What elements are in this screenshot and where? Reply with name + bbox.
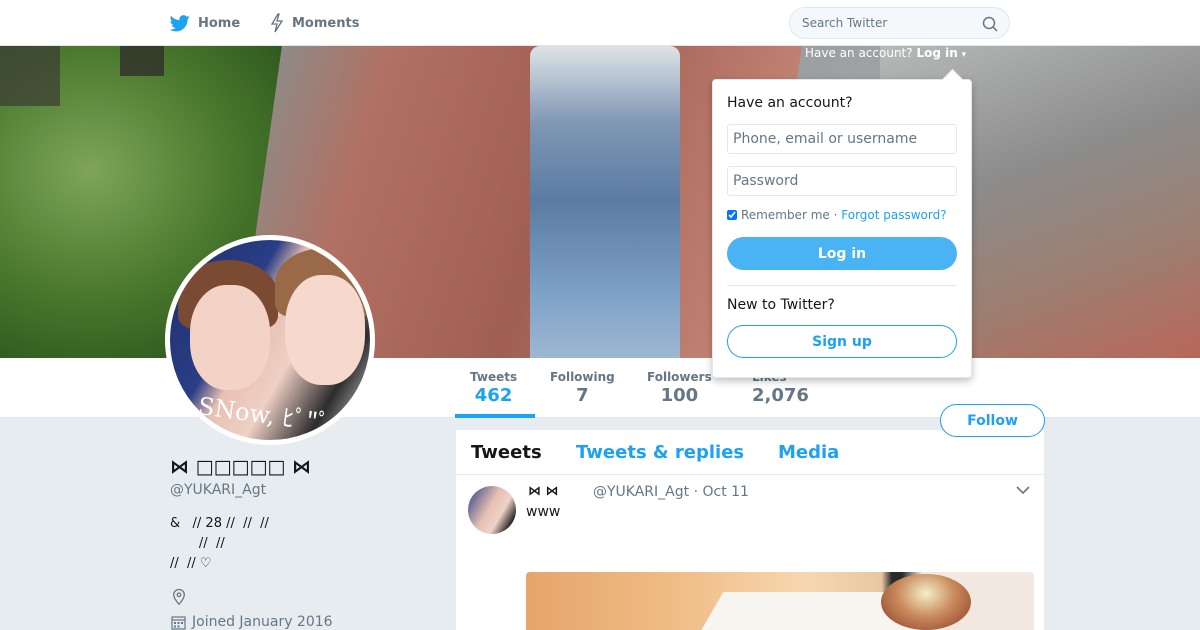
- remember-me-label[interactable]: Remember me: [741, 208, 830, 222]
- nav-home[interactable]: Home: [170, 0, 240, 46]
- search-icon[interactable]: [982, 16, 998, 32]
- bio-line: // //: [170, 536, 225, 551]
- nav-moments[interactable]: Moments: [270, 0, 359, 46]
- profile-bio: & // 28 // // // // // // // ♡: [170, 514, 269, 574]
- forgot-password-link[interactable]: Forgot password?: [841, 208, 946, 222]
- caret-down-icon: ▾: [961, 50, 967, 60]
- stat-label: Tweets: [470, 370, 518, 384]
- bio-line: // // ♡: [170, 556, 212, 571]
- twitter-bird-icon: [170, 14, 190, 31]
- joined-text: Joined January 2016: [192, 614, 333, 630]
- profile-handle[interactable]: @YUKARI_Agt: [170, 482, 266, 498]
- tweet-photo[interactable]: [526, 572, 1034, 630]
- login-dropdown: Have an account? Remember me · Forgot pa…: [712, 79, 972, 378]
- chevron-down-icon[interactable]: [1016, 485, 1030, 495]
- stat-label: Following: [550, 370, 615, 384]
- stat-value: 7: [576, 385, 589, 406]
- tab-tweets[interactable]: Tweets: [471, 442, 542, 463]
- timeline: Tweets Tweets & replies Media ⋈ ⋈ @YUKAR…: [456, 430, 1044, 630]
- login-title: Have an account?: [727, 95, 853, 111]
- bio-line: & // 28 // // //: [170, 516, 269, 531]
- new-to-twitter-label: New to Twitter?: [727, 297, 835, 313]
- tab-media[interactable]: Media: [778, 442, 839, 463]
- top-navigation-bar: Home Moments: [0, 0, 1200, 46]
- location-pin-icon: [173, 588, 185, 606]
- nav-home-label: Home: [198, 15, 241, 31]
- tab-tweets-replies[interactable]: Tweets & replies: [576, 442, 744, 463]
- stat-followers[interactable]: Followers 100: [647, 370, 712, 406]
- stat-value: 2,076: [752, 385, 809, 406]
- account-login-hint: Have an account? Log in ▾: [805, 46, 966, 60]
- nav-moments-label: Moments: [292, 15, 360, 31]
- stat-label: Followers: [647, 370, 712, 384]
- separator-dot: ·: [833, 208, 838, 222]
- avatar-sticker-text: SNow, ﾋﾟ"ﾟ: [196, 391, 332, 439]
- joined-date: Joined January 2016: [171, 614, 333, 630]
- tweet-text: www: [526, 504, 561, 520]
- remember-me-checkbox[interactable]: [727, 210, 737, 220]
- username-field[interactable]: [727, 124, 957, 154]
- search-box: [789, 7, 1010, 39]
- stat-value: 100: [660, 385, 699, 406]
- profile-avatar[interactable]: SNow, ﾋﾟ"ﾟ: [165, 235, 375, 445]
- lightning-icon: [270, 13, 284, 33]
- follow-button[interactable]: Follow: [940, 404, 1045, 437]
- tweet-author-name[interactable]: ⋈ ⋈: [528, 484, 559, 499]
- calendar-icon: [171, 615, 186, 630]
- profile-name[interactable]: ⋈ □□□□□ ⋈: [170, 456, 311, 478]
- stat-tweets[interactable]: Tweets 462: [470, 370, 517, 406]
- tweet-meta[interactable]: @YUKARI_Agt · Oct 11: [593, 484, 749, 500]
- signup-button[interactable]: Sign up: [727, 325, 957, 358]
- divider: [727, 285, 957, 286]
- login-button[interactable]: Log in: [727, 237, 957, 270]
- remember-me-row: Remember me · Forgot password?: [727, 208, 947, 222]
- search-input[interactable]: [790, 8, 970, 38]
- stat-value: 462: [474, 385, 513, 406]
- tweet-avatar[interactable]: [468, 486, 516, 534]
- account-hint-text: Have an account?: [805, 46, 913, 60]
- login-toggle-link[interactable]: Log in: [916, 46, 957, 60]
- active-stat-underline: [455, 414, 535, 418]
- password-field[interactable]: [727, 166, 957, 196]
- stat-following[interactable]: Following 7: [550, 370, 615, 406]
